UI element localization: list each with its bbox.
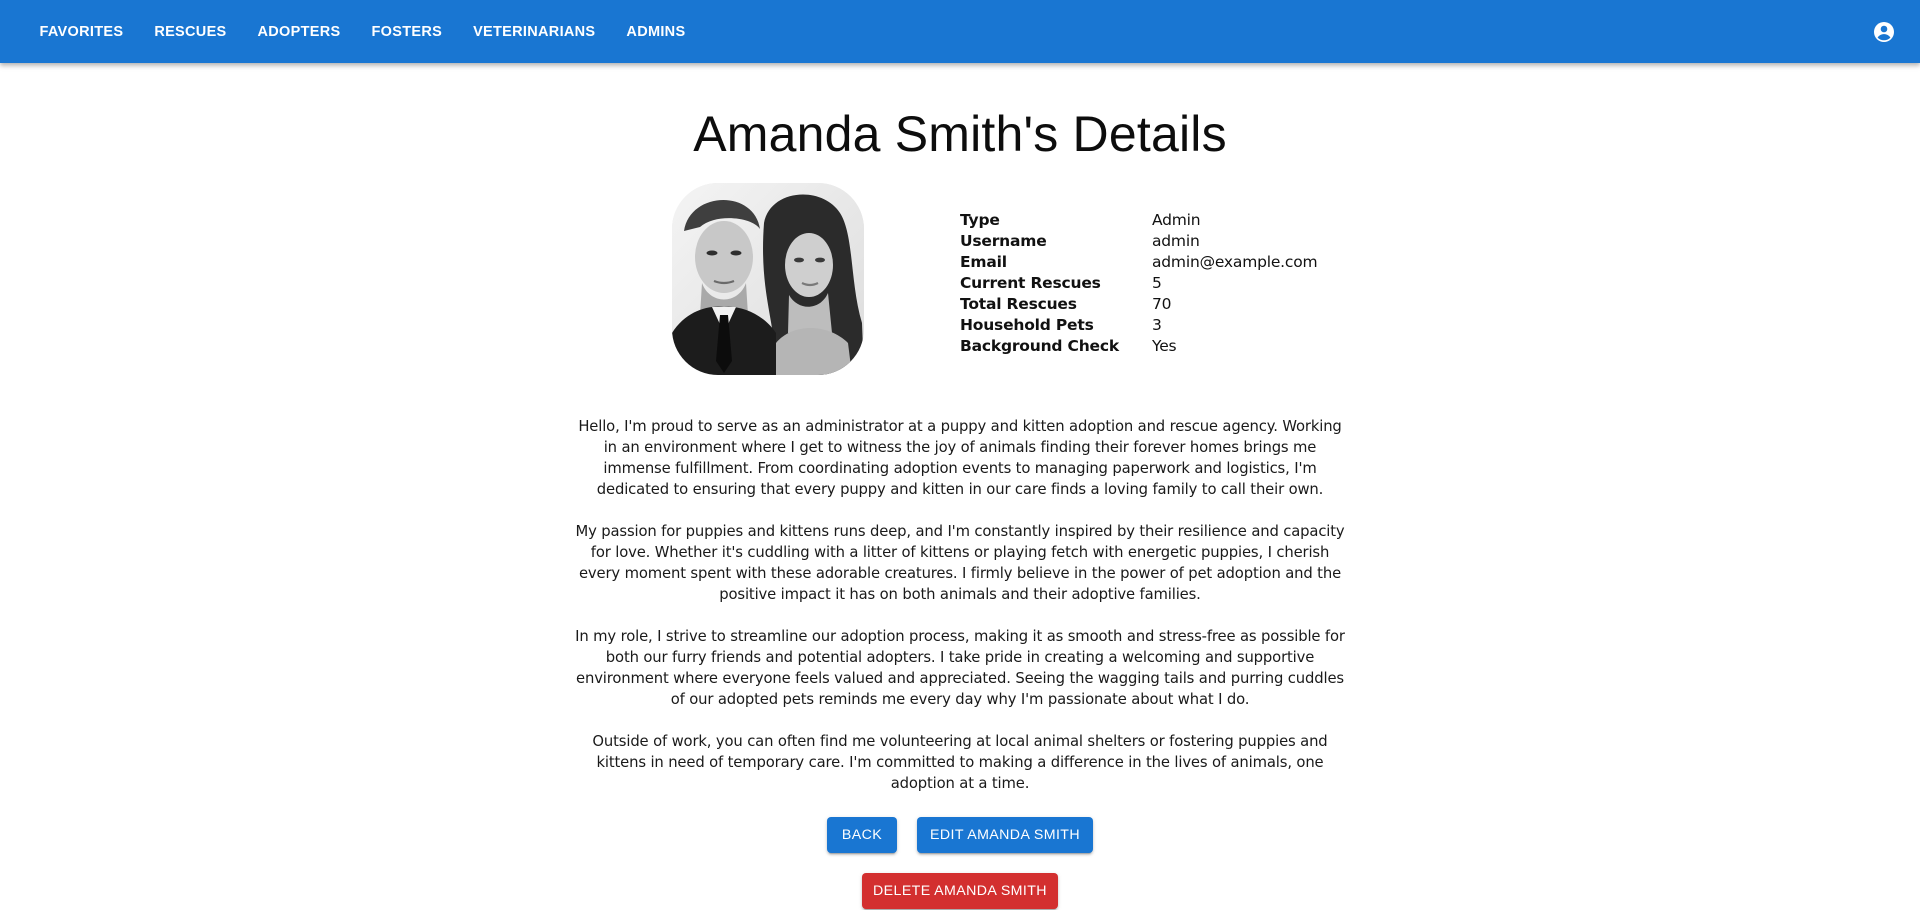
- detail-label: Background Check: [960, 336, 1119, 355]
- detail-value: 5: [1152, 273, 1162, 292]
- bio-paragraph: Hello, I'm proud to serve as an administ…: [578, 418, 1342, 498]
- nav-item-rescues[interactable]: RESCUES: [139, 16, 242, 48]
- detail-value: 3: [1152, 315, 1162, 334]
- bio-paragraph: My passion for puppies and kittens runs …: [575, 523, 1345, 603]
- main-nav: FAVORITES RESCUES ADOPTERS FOSTERS VETER…: [24, 0, 701, 63]
- detail-label: Household Pets: [960, 315, 1094, 334]
- detail-row-username: Username admin: [960, 230, 1317, 251]
- edit-user-button[interactable]: EDIT AMANDA SMITH: [917, 817, 1093, 853]
- delete-user-button[interactable]: DELETE AMANDA SMITH: [862, 873, 1058, 909]
- detail-row-type: Type Admin: [960, 209, 1317, 230]
- detail-label: Type: [960, 210, 1000, 229]
- detail-label: Email: [960, 252, 1007, 271]
- detail-row-email: Email admin@example.com: [960, 251, 1318, 272]
- detail-value: 70: [1152, 294, 1172, 313]
- detail-value: admin: [1152, 231, 1200, 250]
- detail-row-background-check: Background Check Yes: [960, 335, 1317, 356]
- nav-item-veterinarians[interactable]: VETERINARIANS: [458, 16, 611, 48]
- app-bar: FAVORITES RESCUES ADOPTERS FOSTERS VETER…: [0, 0, 1920, 63]
- detail-label: Current Rescues: [960, 273, 1101, 292]
- detail-value: Admin: [1152, 210, 1201, 229]
- nav-item-adopters[interactable]: ADOPTERS: [242, 16, 356, 48]
- detail-label: Total Rescues: [960, 294, 1077, 313]
- detail-row-current-rescues: Current Rescues 5: [960, 272, 1317, 293]
- detail-value: Yes: [1152, 336, 1177, 355]
- account-circle-icon[interactable]: [1872, 20, 1896, 44]
- nav-item-favorites[interactable]: FAVORITES: [24, 16, 139, 48]
- bio-paragraph: In my role, I strive to streamline our a…: [575, 628, 1345, 708]
- back-button[interactable]: BACK: [827, 817, 897, 853]
- bio-section: Hello, I'm proud to serve as an administ…: [574, 416, 1346, 815]
- detail-label: Username: [960, 231, 1047, 250]
- details-table: Type Admin Username admin Email admin@ex…: [960, 209, 1318, 356]
- detail-row-household-pets: Household Pets 3: [960, 314, 1317, 335]
- detail-row-total-rescues: Total Rescues 70: [960, 293, 1317, 314]
- page-title: Amanda Smith's Details: [693, 106, 1227, 162]
- avatar: [672, 183, 864, 375]
- bio-paragraph: Outside of work, you can often find me v…: [592, 733, 1328, 792]
- detail-value: admin@example.com: [1152, 252, 1318, 271]
- nav-item-admins[interactable]: ADMINS: [611, 16, 701, 48]
- profile-photo: [672, 183, 864, 375]
- nav-item-fosters[interactable]: FOSTERS: [356, 16, 458, 48]
